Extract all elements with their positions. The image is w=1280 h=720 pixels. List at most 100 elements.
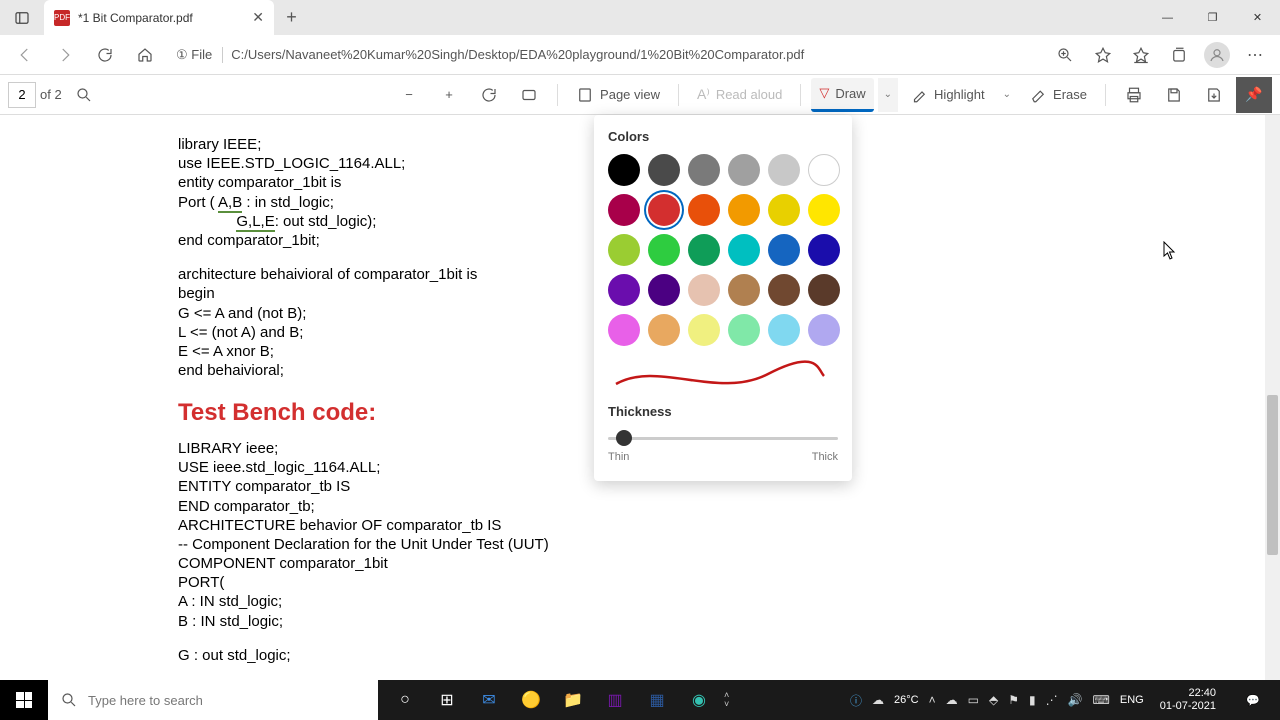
dropbox-icon[interactable]: ⬘ (989, 693, 998, 707)
wifi-icon[interactable]: ⋰ (1046, 693, 1058, 707)
color-swatch[interactable] (768, 194, 800, 226)
app-mail-icon[interactable]: ✉ (468, 680, 510, 720)
color-swatch[interactable] (728, 154, 760, 186)
color-swatch[interactable] (808, 314, 840, 346)
weather-icon[interactable]: ☁ (872, 693, 884, 707)
color-swatch[interactable] (648, 234, 680, 266)
color-swatch[interactable] (808, 274, 840, 306)
color-swatch[interactable] (648, 154, 680, 186)
vertical-scrollbar[interactable] (1265, 115, 1280, 680)
color-swatch[interactable] (688, 234, 720, 266)
url-field[interactable]: ① File C:/Users/Navaneet%20Kumar%20Singh… (168, 47, 1042, 63)
save-button[interactable] (1156, 78, 1192, 112)
print-button[interactable] (1116, 78, 1152, 112)
forward-button (48, 38, 82, 72)
save-as-button[interactable] (1196, 78, 1232, 112)
browser-tab[interactable]: PDF *1 Bit Comparator.pdf ✕ (44, 0, 274, 35)
favorites-bar-button[interactable] (1124, 38, 1158, 72)
task-view-icon[interactable]: ⊞ (426, 680, 468, 720)
ime-icon[interactable]: ⌨ (1093, 693, 1110, 707)
refresh-button[interactable] (88, 38, 122, 72)
pin-toolbar-button[interactable]: 📌 (1236, 77, 1272, 113)
back-button[interactable] (8, 38, 42, 72)
color-swatch[interactable] (648, 314, 680, 346)
cortana-icon[interactable]: ○ (384, 680, 426, 720)
color-swatch[interactable] (648, 274, 680, 306)
thickness-heading: Thickness (608, 404, 838, 419)
temp-label[interactable]: 26°C (894, 694, 919, 706)
slider-labels: Thin Thick (608, 451, 838, 463)
app-explorer-icon[interactable]: 📁 (552, 680, 594, 720)
close-window-button[interactable]: ✕ (1235, 0, 1280, 35)
color-swatch[interactable] (768, 234, 800, 266)
erase-button[interactable]: Erase (1021, 78, 1095, 112)
color-swatch[interactable] (768, 314, 800, 346)
app-chrome-icon[interactable]: 🟡 (510, 680, 552, 720)
highlight-dropdown[interactable]: ⌄ (997, 78, 1017, 112)
taskbar-clock[interactable]: 22:40 01-07-2021 (1154, 687, 1222, 713)
draw-button[interactable]: ▽Draw (811, 78, 873, 112)
language-label[interactable]: ENG (1120, 694, 1144, 706)
color-swatch[interactable] (608, 234, 640, 266)
security-icon[interactable]: ⚑ (1008, 693, 1019, 707)
meet-now-icon[interactable]: ▭ (968, 693, 979, 707)
tab-actions-button[interactable] (0, 0, 44, 35)
more-button[interactable]: ⋯ (1238, 38, 1272, 72)
fit-page-button[interactable] (511, 78, 547, 112)
new-tab-button[interactable]: + (274, 7, 309, 28)
color-swatch[interactable] (608, 194, 640, 226)
url-path: C:/Users/Navaneet%20Kumar%20Singh/Deskto… (231, 47, 804, 62)
tab-close-button[interactable]: ✕ (252, 9, 264, 26)
browser-titlebar: PDF *1 Bit Comparator.pdf ✕ + — ❐ ✕ (0, 0, 1280, 35)
minimize-button[interactable]: — (1145, 0, 1190, 35)
color-swatch[interactable] (808, 234, 840, 266)
color-swatch[interactable] (608, 154, 640, 186)
color-swatch[interactable] (688, 274, 720, 306)
thickness-slider[interactable] (608, 429, 838, 447)
color-swatch[interactable] (648, 194, 680, 226)
scroll-thumb[interactable] (1267, 395, 1278, 555)
rotate-button[interactable] (471, 78, 507, 112)
zoom-icon[interactable] (1048, 38, 1082, 72)
color-swatch[interactable] (688, 194, 720, 226)
color-swatch[interactable] (728, 314, 760, 346)
slider-thumb[interactable] (616, 430, 632, 446)
zoom-out-button[interactable]: − (391, 78, 427, 112)
collections-button[interactable] (1162, 38, 1196, 72)
volume-icon[interactable]: 🔊 (1068, 693, 1083, 707)
highlight-button[interactable]: Highlight (902, 78, 993, 112)
battery-icon[interactable]: ▮ (1029, 693, 1036, 707)
help-icon[interactable]: ⓘ (850, 692, 862, 709)
color-swatch[interactable] (688, 154, 720, 186)
notifications-button[interactable]: 💬 (1232, 680, 1274, 720)
start-button[interactable] (0, 680, 48, 720)
zoom-in-button[interactable]: + (431, 78, 467, 112)
taskbar-search[interactable]: Type here to search (48, 680, 378, 720)
color-swatch[interactable] (728, 194, 760, 226)
app-onenote-icon[interactable]: ▥ (594, 680, 636, 720)
color-swatch[interactable] (608, 274, 640, 306)
color-swatch[interactable] (808, 154, 840, 186)
page-view-button[interactable]: Page view (568, 78, 668, 112)
find-button[interactable] (66, 78, 102, 112)
pdf-file-icon: PDF (54, 10, 70, 26)
profile-button[interactable] (1200, 38, 1234, 72)
app-edge-icon[interactable]: ◉ (678, 680, 720, 720)
color-swatch[interactable] (768, 274, 800, 306)
favorite-button[interactable] (1086, 38, 1120, 72)
color-swatch[interactable] (688, 314, 720, 346)
color-grid (608, 154, 838, 346)
home-button[interactable] (128, 38, 162, 72)
color-swatch[interactable] (728, 274, 760, 306)
app-word-icon[interactable]: ▦ (636, 680, 678, 720)
color-swatch[interactable] (808, 194, 840, 226)
tray-expand-icon[interactable]: ˄ (929, 693, 936, 707)
color-swatch[interactable] (728, 234, 760, 266)
color-swatch[interactable] (768, 154, 800, 186)
code-line: ARCHITECTURE behavior OF comparator_tb I… (178, 516, 1102, 535)
onedrive-icon[interactable]: ☁ (946, 693, 958, 707)
color-swatch[interactable] (608, 314, 640, 346)
draw-dropdown[interactable]: ⌄ (878, 78, 898, 112)
maximize-button[interactable]: ❐ (1190, 0, 1235, 35)
page-number-input[interactable] (8, 82, 36, 108)
